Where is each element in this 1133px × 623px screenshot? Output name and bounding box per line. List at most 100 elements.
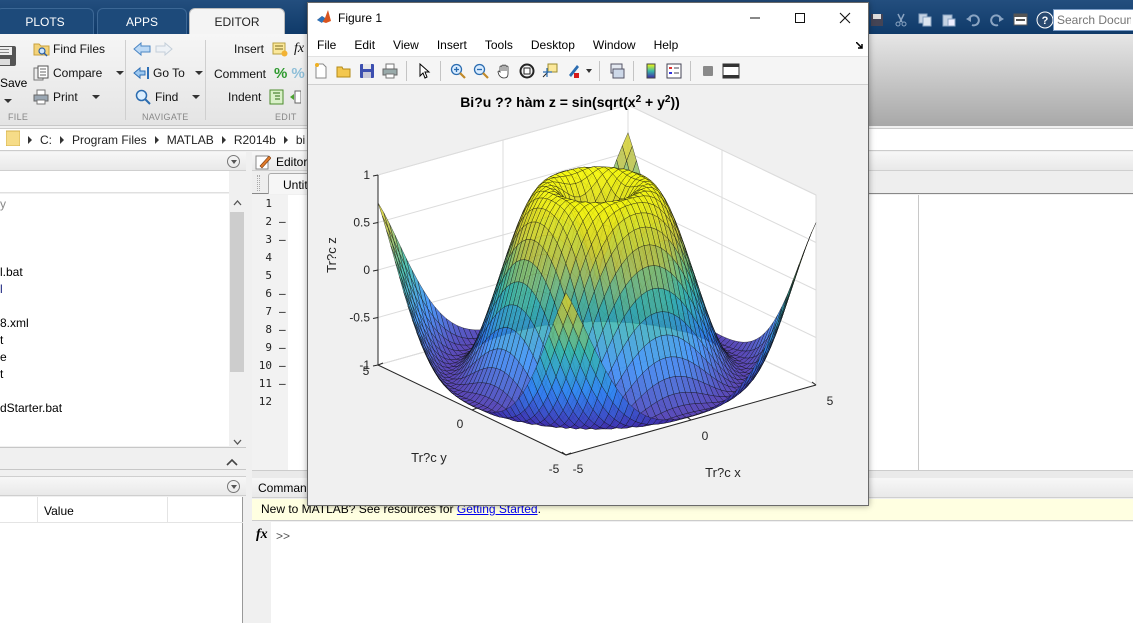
file-item[interactable]: e — [0, 349, 229, 366]
breadcrumb-item[interactable]: MATLAB — [167, 133, 214, 147]
menu-file[interactable]: File — [317, 38, 336, 52]
scrollbar-thumb[interactable] — [230, 212, 244, 372]
editor-line[interactable]: 8– — [252, 321, 292, 339]
rotate-3d-icon[interactable] — [517, 61, 536, 80]
breakpoint-marker[interactable]: – — [279, 303, 286, 321]
data-cursor-icon[interactable] — [540, 61, 559, 80]
new-figure-icon[interactable] — [311, 61, 330, 80]
file-item[interactable]: y — [0, 196, 229, 213]
drag-grip-icon[interactable] — [257, 175, 260, 191]
switch-windows-icon[interactable] — [1012, 11, 1030, 29]
copy-icon[interactable] — [916, 11, 934, 29]
tab-apps[interactable]: APPS — [97, 8, 187, 34]
editor-line[interactable]: 9– — [252, 339, 292, 357]
show-plot-tools-icon[interactable] — [721, 61, 740, 80]
menu-edit[interactable]: Edit — [354, 38, 375, 52]
editor-line[interactable]: 7– — [252, 303, 292, 321]
file-item[interactable] — [0, 247, 229, 264]
editor-line[interactable]: 4 — [252, 249, 292, 267]
go-to-button[interactable]: Go To — [133, 65, 203, 81]
scroll-down-arrow-icon[interactable] — [233, 434, 242, 448]
maximize-button[interactable] — [777, 3, 822, 33]
pan-hand-icon[interactable] — [494, 61, 513, 80]
find-files-button[interactable]: Find Files — [33, 41, 105, 57]
menu-view[interactable]: View — [393, 38, 419, 52]
compare-button[interactable]: Compare — [33, 65, 125, 81]
breadcrumb-item[interactable]: C: — [40, 133, 52, 147]
increase-indent-icon[interactable] — [289, 89, 305, 105]
editor-line[interactable]: 2– — [252, 213, 292, 231]
breadcrumb-item[interactable]: Program Files — [72, 133, 147, 147]
save-figure-icon[interactable] — [357, 61, 376, 80]
insert-legend-icon[interactable] — [664, 61, 683, 80]
menu-help[interactable]: Help — [654, 38, 679, 52]
editor-line[interactable]: 10– — [252, 357, 292, 375]
details-panel-bar[interactable] — [0, 447, 246, 470]
save-dropdown-caret[interactable] — [4, 92, 12, 106]
compare-dropdown-caret[interactable] — [116, 71, 125, 75]
editor-line[interactable]: 5 — [252, 267, 292, 285]
file-item[interactable] — [0, 298, 229, 315]
file-item[interactable] — [0, 230, 229, 247]
surface-plot[interactable]: -1-0.500.51-505-505Tr?c xTr?c yTr?c z Bi… — [308, 85, 868, 503]
close-button[interactable] — [822, 3, 867, 33]
breadcrumb-arrow[interactable] — [221, 135, 226, 144]
find-button[interactable]: Find — [135, 89, 201, 105]
uncomment-icon[interactable]: % — [291, 65, 304, 82]
find-dropdown-caret[interactable] — [192, 95, 201, 99]
dock-figure-icon[interactable] — [855, 39, 864, 53]
print-figure-icon[interactable] — [380, 61, 399, 80]
file-item[interactable]: t — [0, 332, 229, 349]
file-item[interactable] — [0, 213, 229, 230]
breadcrumb-arrow[interactable] — [60, 135, 64, 144]
go-to-dropdown-caret[interactable] — [194, 71, 203, 75]
brush-icon[interactable] — [563, 61, 582, 80]
breakpoint-marker[interactable]: – — [279, 231, 286, 249]
function-browser-fx-icon[interactable]: fx — [256, 527, 268, 543]
redo-icon[interactable] — [988, 11, 1006, 29]
scroll-up-arrow-icon[interactable] — [233, 198, 242, 209]
hide-plot-tools-icon[interactable] — [698, 61, 717, 80]
breakpoint-marker[interactable]: – — [279, 375, 286, 393]
insert-function-icon[interactable]: fx — [294, 41, 304, 57]
print-dropdown-caret[interactable] — [91, 95, 100, 99]
breakpoint-marker[interactable]: – — [279, 321, 286, 339]
print-button[interactable]: Print — [33, 89, 100, 105]
breakpoint-marker[interactable]: – — [279, 285, 286, 303]
panel-actions-icon[interactable] — [227, 155, 240, 168]
forward-arrow-icon[interactable] — [155, 41, 173, 59]
editor-line[interactable]: 6– — [252, 285, 292, 303]
menu-insert[interactable]: Insert — [437, 38, 467, 52]
command-window-body[interactable]: fx >> — [252, 522, 1133, 623]
brush-dropdown-caret[interactable] — [586, 68, 592, 73]
save-icon[interactable] — [868, 11, 886, 29]
file-item[interactable]: l — [0, 281, 229, 298]
breakpoint-marker[interactable]: – — [279, 213, 286, 231]
help-icon[interactable]: ? — [1036, 11, 1054, 29]
editor-line[interactable]: 12 — [252, 393, 292, 411]
zoom-out-icon[interactable] — [471, 61, 490, 80]
zoom-in-icon[interactable] — [448, 61, 467, 80]
breadcrumb-arrow[interactable] — [283, 135, 288, 144]
paste-icon[interactable] — [940, 11, 958, 29]
undo-icon[interactable] — [964, 11, 982, 29]
comment-button[interactable]: Comment % % — [214, 65, 305, 82]
minimize-button[interactable] — [732, 3, 777, 33]
open-file-icon[interactable] — [334, 61, 353, 80]
column-header-value[interactable]: Value — [44, 504, 74, 518]
insert-colorbar-icon[interactable] — [641, 61, 660, 80]
editor-line[interactable]: 1 — [252, 195, 292, 213]
menu-desktop[interactable]: Desktop — [531, 38, 575, 52]
cut-icon[interactable] — [892, 11, 910, 29]
menu-window[interactable]: Window — [593, 38, 636, 52]
breadcrumb-item[interactable]: bi — [296, 133, 305, 147]
breadcrumb-arrow[interactable] — [28, 135, 32, 144]
editor-line[interactable]: 11– — [252, 375, 292, 393]
back-arrow-icon[interactable] — [133, 41, 151, 59]
file-item[interactable]: dStarter.bat — [0, 400, 229, 417]
panel-actions-icon[interactable] — [227, 480, 240, 493]
save-button[interactable]: Save — [0, 76, 27, 90]
search-documentation-input[interactable] — [1053, 9, 1133, 31]
file-item[interactable] — [0, 383, 229, 400]
breakpoint-marker[interactable]: – — [279, 339, 286, 357]
